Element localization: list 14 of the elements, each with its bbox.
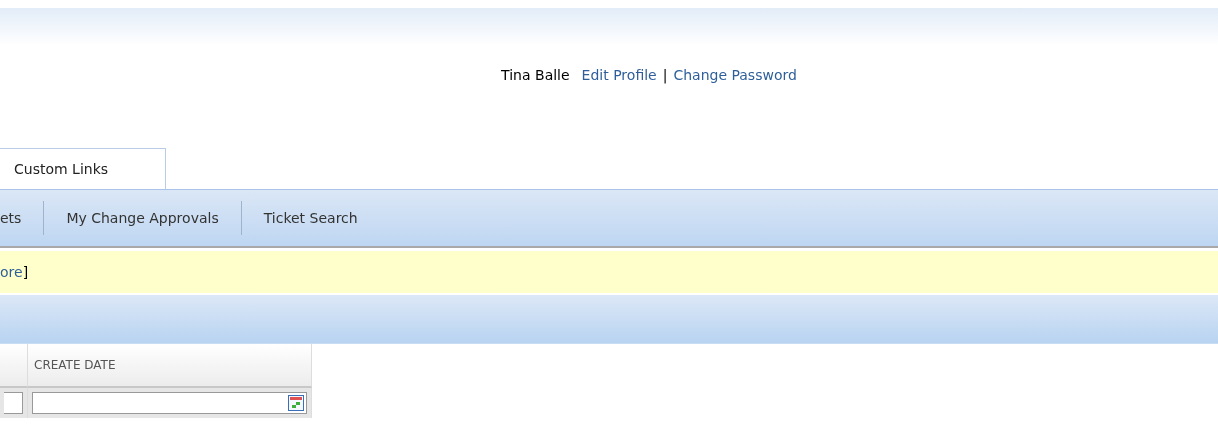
nav-link[interactable]: ets (0, 210, 44, 226)
profile-link[interactable]: Edit Profile (581, 67, 657, 83)
profile-link[interactable]: Change Password (673, 67, 797, 83)
more-link[interactable]: ore (0, 264, 23, 280)
calendar-icon[interactable] (288, 395, 304, 411)
bracket-text: ] (22, 264, 29, 280)
tab[interactable]: Custom Links (0, 148, 166, 189)
nav-link[interactable]: My Change Approvals (44, 210, 241, 226)
filter-field[interactable] (4, 392, 23, 414)
column-header[interactable]: CREATE DATE (28, 344, 312, 388)
date-filter-field[interactable] (32, 392, 307, 414)
nav-link[interactable]: Ticket Search (241, 210, 380, 226)
link-separator: | (662, 67, 668, 83)
user-name: Tina Balle (501, 67, 570, 83)
